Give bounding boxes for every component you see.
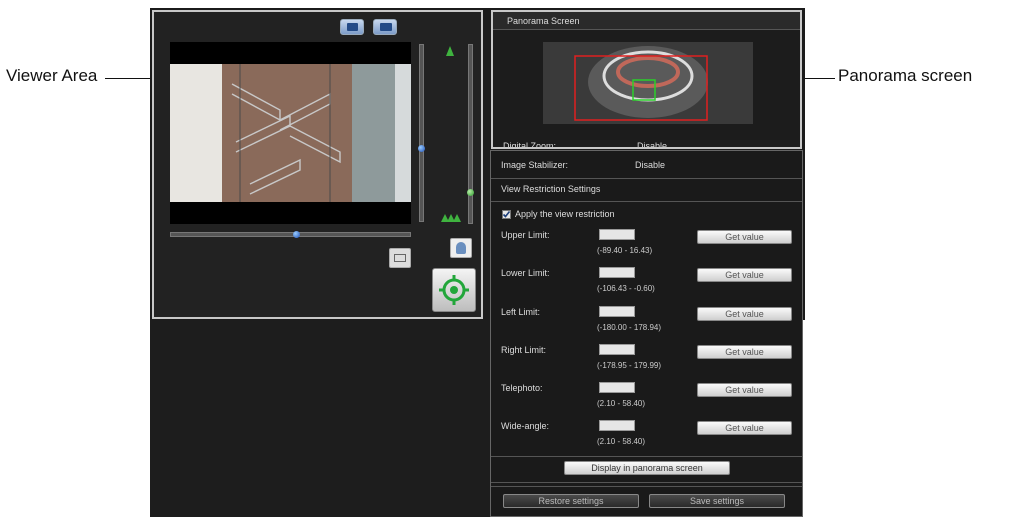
limit-label: Lower Limit:	[501, 268, 550, 278]
limit-row: Lower Limit: (-106.43 - -0.60) Get value	[491, 267, 802, 305]
restore-settings-button[interactable]: Restore settings	[503, 494, 639, 508]
digital-zoom-label: Digital Zoom:	[503, 141, 557, 149]
divider	[491, 456, 802, 457]
limit-label: Wide-angle:	[501, 421, 550, 431]
apply-restriction-label: Apply the view restriction	[515, 209, 615, 219]
limit-row: Wide-angle: (2.10 - 58.40) Get value	[491, 420, 802, 458]
limit-input[interactable]	[599, 344, 635, 355]
panorama-picture	[543, 42, 753, 124]
person-icon	[456, 242, 466, 254]
save-settings-button[interactable]: Save settings	[649, 494, 785, 508]
restriction-header: View Restriction Settings	[501, 184, 601, 194]
panorama-title: Panorama Screen	[493, 12, 800, 30]
window-icon	[394, 254, 406, 262]
zoom-slider-thumb[interactable]	[467, 189, 474, 196]
limit-range: (-106.43 - -0.60)	[597, 284, 655, 293]
limit-row: Left Limit: (-180.00 - 178.94) Get value	[491, 306, 802, 344]
zoom-slider[interactable]	[467, 44, 474, 224]
view-switch-button[interactable]	[373, 19, 397, 35]
check-icon	[502, 211, 511, 218]
limit-range: (-180.00 - 178.94)	[597, 323, 662, 332]
viewer-area	[152, 10, 483, 319]
target-icon	[439, 275, 469, 305]
viewer-area-callout-line	[105, 78, 151, 79]
limit-label: Right Limit:	[501, 345, 547, 355]
get-value-button[interactable]: Get value	[697, 345, 792, 359]
limit-row: Right Limit: (-178.95 - 179.99) Get valu…	[491, 344, 802, 382]
camera-icon	[347, 23, 358, 31]
divider	[491, 482, 802, 483]
get-value-button[interactable]: Get value	[697, 383, 792, 397]
view-switch-icon	[380, 23, 392, 31]
pan-slider-thumb[interactable]	[293, 231, 300, 238]
limit-range: (2.10 - 58.40)	[597, 399, 646, 408]
limit-range: (-178.95 - 179.99)	[597, 361, 662, 370]
camera-image	[170, 64, 411, 202]
digital-zoom-value: Disable	[637, 141, 668, 149]
limit-input[interactable]	[599, 267, 635, 278]
live-video[interactable]	[170, 42, 411, 224]
limit-input[interactable]	[599, 420, 635, 431]
zoom-out-icon[interactable]	[446, 46, 454, 56]
tilt-slider[interactable]	[418, 44, 425, 222]
person-button[interactable]	[450, 238, 472, 258]
limit-input[interactable]	[599, 306, 635, 317]
limit-label: Telephoto:	[501, 383, 543, 393]
limit-range: (-89.40 - 16.43)	[597, 246, 653, 255]
stabilizer-label: Image Stabilizer:	[501, 160, 569, 170]
panorama-screen-callout-line	[803, 78, 835, 79]
zoom-in-icon[interactable]	[441, 214, 461, 224]
panorama-screen-callout: Panorama screen	[838, 66, 973, 85]
limit-input[interactable]	[599, 382, 635, 393]
pan-slider[interactable]	[170, 231, 411, 238]
stabilizer-value: Disable	[635, 160, 666, 170]
apply-restriction-checkbox[interactable]	[502, 210, 511, 219]
get-value-button[interactable]: Get value	[697, 421, 792, 435]
panorama-image[interactable]	[543, 42, 753, 124]
snapshot-button[interactable]	[340, 19, 364, 35]
limit-row: Telephoto: (2.10 - 58.40) Get value	[491, 382, 802, 420]
divider	[491, 201, 802, 202]
window-button[interactable]	[389, 248, 411, 268]
limit-label: Upper Limit:	[501, 230, 550, 240]
tilt-slider-thumb[interactable]	[418, 145, 425, 152]
dark-background	[150, 319, 490, 517]
settings-panel: Image Stabilizer: Disable View Restricti…	[490, 150, 803, 517]
limit-input[interactable]	[599, 229, 635, 240]
display-in-panorama-button[interactable]: Display in panorama screen	[564, 461, 730, 475]
center-target-button[interactable]	[432, 268, 476, 312]
zoom-in-glyph	[453, 214, 461, 222]
panorama-screen: Panorama Screen Digital Zoom: Disable	[491, 10, 802, 149]
get-value-button[interactable]: Get value	[697, 230, 792, 244]
get-value-button[interactable]: Get value	[697, 307, 792, 321]
divider	[491, 178, 802, 179]
get-value-button[interactable]: Get value	[697, 268, 792, 282]
limit-range: (2.10 - 58.40)	[597, 437, 646, 446]
limit-label: Left Limit:	[501, 307, 541, 317]
limit-row: Upper Limit: (-89.40 - 16.43) Get value	[491, 229, 802, 267]
viewer-area-callout: Viewer Area	[6, 66, 98, 85]
divider	[491, 486, 802, 487]
